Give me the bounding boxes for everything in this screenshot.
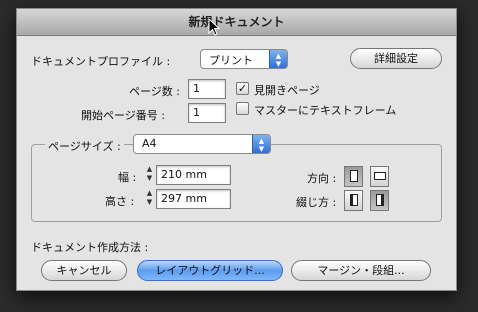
mouse-pointer-icon	[208, 18, 220, 36]
start-page-label: 開始ページ番号 :	[81, 109, 165, 122]
width-label: 幅 :	[118, 171, 137, 184]
landscape-orientation-icon[interactable]	[370, 166, 389, 187]
layout-grid-button[interactable]: レイアウトグリッド...	[137, 260, 283, 281]
page-size-label: ページサイズ :	[45, 138, 124, 154]
popup-arrows-icon: ▲ ▼	[252, 135, 270, 153]
portrait-orientation-icon[interactable]	[344, 166, 363, 187]
right-binding-icon[interactable]	[370, 190, 389, 211]
document-profile-popup[interactable]: プリント ▲ ▼	[200, 49, 288, 69]
master-text-frame-label: マスターにテキストフレーム	[254, 104, 397, 117]
width-stepper-icon[interactable]: ▲ ▼	[144, 165, 155, 185]
facing-pages-checkbox[interactable]: ✓	[236, 82, 249, 95]
document-profile-label: ドキュメントプロファイル :	[31, 55, 171, 68]
height-label: 高さ :	[105, 195, 135, 208]
checkmark-icon: ✓	[237, 82, 248, 95]
height-input[interactable]: 297 mm	[156, 189, 231, 209]
width-input[interactable]: 210 mm	[156, 165, 231, 185]
document-profile-value: プリント	[209, 54, 253, 67]
facing-pages-label: 見開きページ	[254, 84, 320, 97]
page-size-popup[interactable]: A4 ▲ ▼	[133, 134, 271, 154]
margins-columns-button[interactable]: マージン・段組...	[291, 260, 431, 281]
window-title: 新規ドキュメント	[17, 9, 456, 36]
page-count-label: ページ数 :	[129, 85, 180, 98]
orientation-label: 方向 :	[307, 172, 337, 185]
cancel-button[interactable]: キャンセル	[41, 260, 127, 281]
details-button[interactable]: 詳細設定	[350, 48, 442, 69]
creation-method-label: ドキュメント作成方法 :	[31, 241, 149, 254]
popup-arrows-icon: ▲ ▼	[269, 50, 287, 68]
page-count-input[interactable]: 1	[188, 79, 226, 99]
binding-label: 綴じ方 :	[296, 196, 337, 209]
left-binding-icon[interactable]	[344, 190, 363, 211]
height-stepper-icon[interactable]: ▲ ▼	[144, 189, 155, 209]
page-size-value: A4	[142, 137, 157, 150]
master-text-frame-checkbox[interactable]	[236, 102, 249, 115]
start-page-input[interactable]: 1	[188, 103, 226, 123]
new-document-dialog: 新規ドキュメント ドキュメントプロファイル : プリント ▲ ▼ 詳細設定 ページ…	[16, 8, 457, 291]
